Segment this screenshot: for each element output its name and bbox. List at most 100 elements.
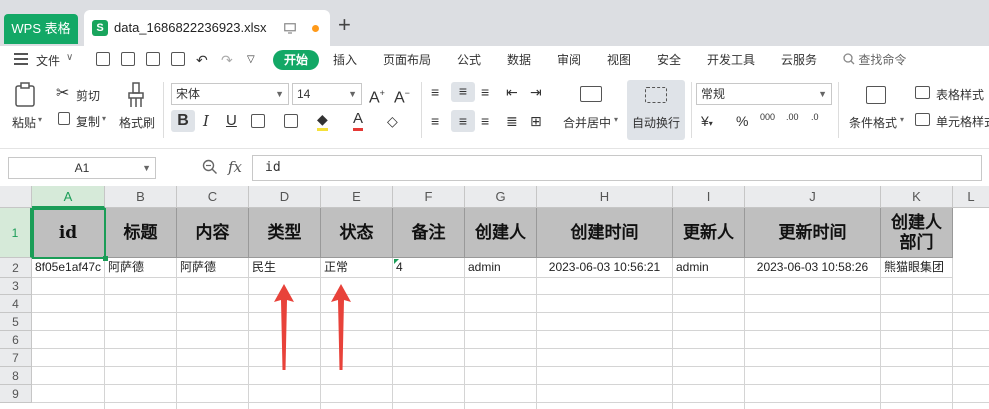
row-header-6[interactable]: 6 <box>0 331 32 349</box>
menu-tab-page-layout[interactable]: 页面布局 <box>383 50 431 70</box>
menu-tab-home[interactable]: 开始 <box>273 50 320 70</box>
new-tab-plus-icon[interactable]: + <box>338 12 351 38</box>
align-center-icon[interactable]: ≡ <box>451 110 475 132</box>
distributed-icon[interactable]: ⊞ <box>530 112 542 130</box>
print-icon[interactable] <box>146 52 160 66</box>
clear-format-icon[interactable]: ◇ <box>387 112 398 130</box>
header-cell-creator-dept[interactable]: 创建人部门 <box>881 208 953 258</box>
column-header-l[interactable]: L <box>953 186 989 208</box>
column-header-j[interactable]: J <box>745 186 881 208</box>
header-cell-updater[interactable]: 更新人 <box>673 208 745 258</box>
column-header-f[interactable]: F <box>393 186 465 208</box>
align-left-icon[interactable]: ≡ <box>431 112 439 130</box>
row-header-1[interactable]: 1 <box>0 208 32 258</box>
header-cell-creator[interactable]: 创建人 <box>465 208 537 258</box>
bold-button[interactable]: B <box>171 110 195 132</box>
file-tab[interactable]: S data_1686822236923.xlsx <box>84 10 330 46</box>
menu-tab-security[interactable]: 安全 <box>657 50 681 70</box>
header-cell-update-time[interactable]: 更新时间 <box>745 208 881 258</box>
menu-tab-cloud[interactable]: 云服务 <box>781 50 817 70</box>
header-cell-status[interactable]: 状态 <box>321 208 393 258</box>
fill-color-icon[interactable]: ◆ <box>317 110 328 131</box>
function-icon[interactable]: fx <box>228 158 242 176</box>
fill-pattern-icon[interactable] <box>284 114 298 128</box>
select-all-corner[interactable] <box>0 186 32 208</box>
redo-icon[interactable]: ↷ <box>221 51 233 69</box>
search-command[interactable]: 查找命令 <box>843 50 906 70</box>
data-cell-content[interactable]: 阿萨德 <box>177 258 249 278</box>
column-header-k[interactable]: K <box>881 186 953 208</box>
currency-icon[interactable]: ¥▾ <box>701 112 713 133</box>
data-cell-create-time[interactable]: 2023-06-03 10:56:21 <box>537 258 673 278</box>
data-cell-creator[interactable]: admin <box>465 258 537 278</box>
data-cell-creator-dept[interactable]: 熊猫眼集团 <box>881 258 953 278</box>
menu-tab-developer[interactable]: 开发工具 <box>707 50 755 70</box>
number-format-select[interactable]: 常规 ▼ <box>696 83 832 105</box>
column-header-b[interactable]: B <box>105 186 177 208</box>
data-cell-type[interactable]: 民生 <box>249 258 321 278</box>
header-cell-title[interactable]: 标题 <box>105 208 177 258</box>
data-cell-remark[interactable]: 4 <box>393 258 465 278</box>
column-header-i[interactable]: I <box>673 186 745 208</box>
italic-button[interactable]: I <box>203 112 209 130</box>
data-cell-update-time[interactable]: 2023-06-03 10:58:26 <box>745 258 881 278</box>
align-top-icon[interactable]: ≡ <box>431 83 439 101</box>
percent-icon[interactable]: % <box>736 112 748 130</box>
customize-toolbar-icon[interactable]: ▽ <box>247 51 255 69</box>
formula-input[interactable]: id <box>252 155 982 181</box>
app-tab[interactable]: WPS 表格 <box>4 14 78 44</box>
decrease-decimal-icon[interactable]: .0 <box>811 108 819 126</box>
font-color-icon[interactable]: A <box>353 110 364 131</box>
thousands-separator-icon[interactable]: 000 <box>760 108 775 126</box>
export-pdf-icon[interactable] <box>121 52 135 66</box>
data-cell-updater[interactable]: admin <box>673 258 745 278</box>
font-name-select[interactable]: 宋体 ▼ <box>171 83 289 105</box>
column-header-g[interactable]: G <box>465 186 537 208</box>
menu-tab-data[interactable]: 数据 <box>507 50 531 70</box>
wrap-text-button[interactable]: 自动换行 <box>627 80 685 140</box>
row-header-7[interactable]: 7 <box>0 349 32 367</box>
print-preview-icon[interactable] <box>171 52 185 66</box>
row-header-4[interactable]: 4 <box>0 295 32 313</box>
underline-button[interactable]: U <box>226 112 237 130</box>
header-cell-type[interactable]: 类型 <box>249 208 321 258</box>
spreadsheet-grid[interactable]: A B C D E F G H I J K L 1 2 3 4 5 6 7 8 … <box>0 186 989 409</box>
data-cell-id[interactable]: 8f05e1af47c <box>32 258 105 278</box>
outdent-icon[interactable]: ⇤ <box>506 83 518 101</box>
border-icon[interactable] <box>251 114 265 128</box>
fill-handle[interactable] <box>103 256 108 261</box>
justify-icon[interactable]: ≣ <box>506 112 518 130</box>
zoom-icon[interactable] <box>202 159 218 175</box>
column-header-a[interactable]: A <box>32 186 105 208</box>
row-header-8[interactable]: 8 <box>0 367 32 385</box>
menu-tab-insert[interactable]: 插入 <box>333 50 357 70</box>
column-header-d[interactable]: D <box>249 186 321 208</box>
row-header-5[interactable]: 5 <box>0 313 32 331</box>
row-header-3[interactable]: 3 <box>0 278 32 295</box>
name-box[interactable]: A1 ▼ <box>8 157 156 179</box>
header-cell-create-time[interactable]: 创建时间 <box>537 208 673 258</box>
undo-icon[interactable]: ↶ <box>196 51 208 69</box>
increase-font-icon[interactable]: A+ <box>369 84 385 107</box>
monitor-icon[interactable] <box>284 23 296 37</box>
column-header-h[interactable]: H <box>537 186 673 208</box>
hamburger-icon[interactable] <box>14 53 28 65</box>
row-header-2[interactable]: 2 <box>0 258 32 278</box>
menu-tab-formula[interactable]: 公式 <box>457 50 481 70</box>
column-header-c[interactable]: C <box>177 186 249 208</box>
font-size-select[interactable]: 14 ▼ <box>292 83 362 105</box>
align-bottom-icon[interactable]: ≡ <box>481 83 489 101</box>
row-header-9[interactable]: 9 <box>0 385 32 403</box>
decrease-font-icon[interactable]: A− <box>394 84 410 107</box>
header-cell-content[interactable]: 内容 <box>177 208 249 258</box>
column-header-e[interactable]: E <box>321 186 393 208</box>
data-cell-title[interactable]: 阿萨德 <box>105 258 177 278</box>
increase-decimal-icon[interactable]: .00 <box>786 108 799 126</box>
data-cell-status[interactable]: 正常 <box>321 258 393 278</box>
file-menu[interactable]: 文件 <box>36 52 60 69</box>
menu-tab-view[interactable]: 视图 <box>607 50 631 70</box>
menu-tab-review[interactable]: 审阅 <box>557 50 581 70</box>
save-icon[interactable] <box>96 52 110 66</box>
indent-icon[interactable]: ⇥ <box>530 83 542 101</box>
chevron-down-icon[interactable]: ∨ <box>66 52 73 63</box>
